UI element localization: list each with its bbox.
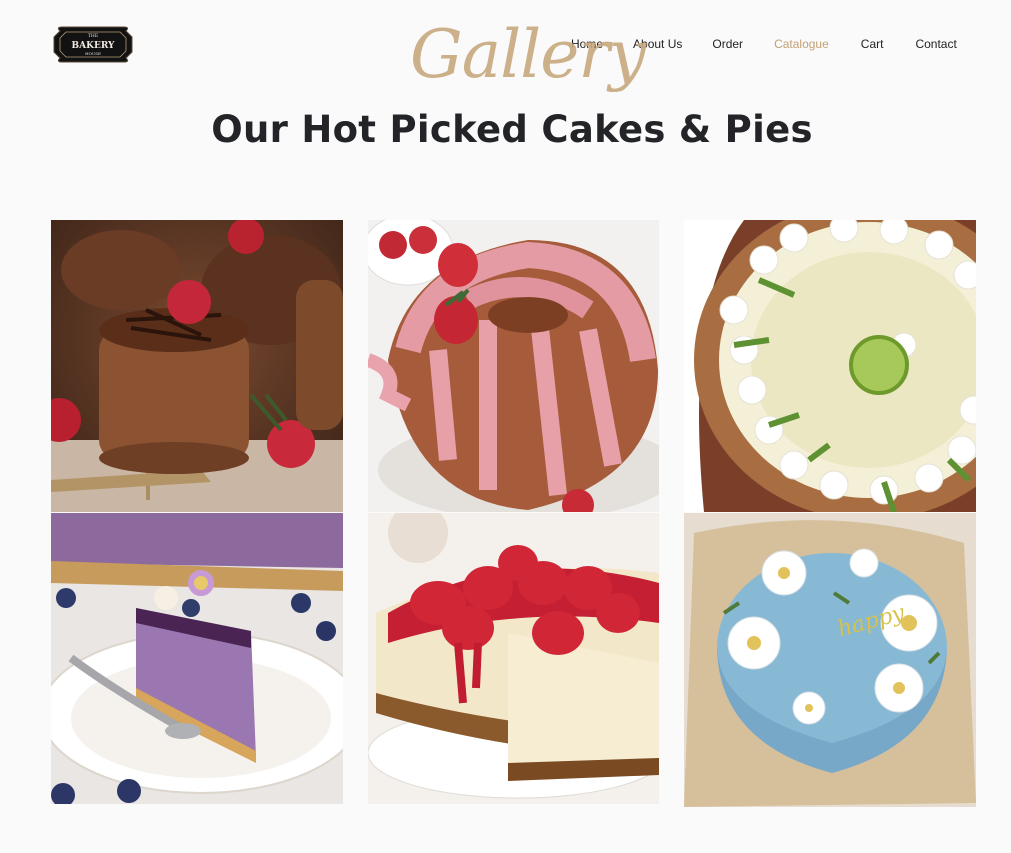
gallery-image-chocolate-mousse[interactable] (51, 220, 343, 512)
gallery-image-key-lime-pie[interactable] (684, 220, 976, 512)
svg-text:THE: THE (88, 33, 98, 39)
gallery-image-blueberry-cheesecake[interactable] (51, 513, 343, 804)
gallery-image-bundt-cake[interactable] (368, 220, 659, 512)
svg-text:HOUSE: HOUSE (85, 51, 101, 56)
nav-item-contact[interactable]: Contact (915, 36, 956, 52)
gallery-image-daisy-cake[interactable]: happy (684, 513, 976, 807)
nav-item-cart[interactable]: Cart (861, 36, 884, 52)
gallery-image-strawberry-cheesecake[interactable] (368, 513, 659, 804)
svg-text:BAKERY: BAKERY (72, 41, 115, 51)
page-title: Our Hot Picked Cakes & Pies (211, 108, 813, 151)
bakery-badge-icon: THE BAKERY HOUSE (53, 26, 133, 63)
gallery-script-title: Gallery (410, 16, 646, 93)
nav-item-order[interactable]: Order (712, 36, 743, 52)
nav-item-catalogue[interactable]: Catalogue (774, 36, 829, 52)
bakery-logo[interactable]: THE BAKERY HOUSE (52, 25, 134, 64)
